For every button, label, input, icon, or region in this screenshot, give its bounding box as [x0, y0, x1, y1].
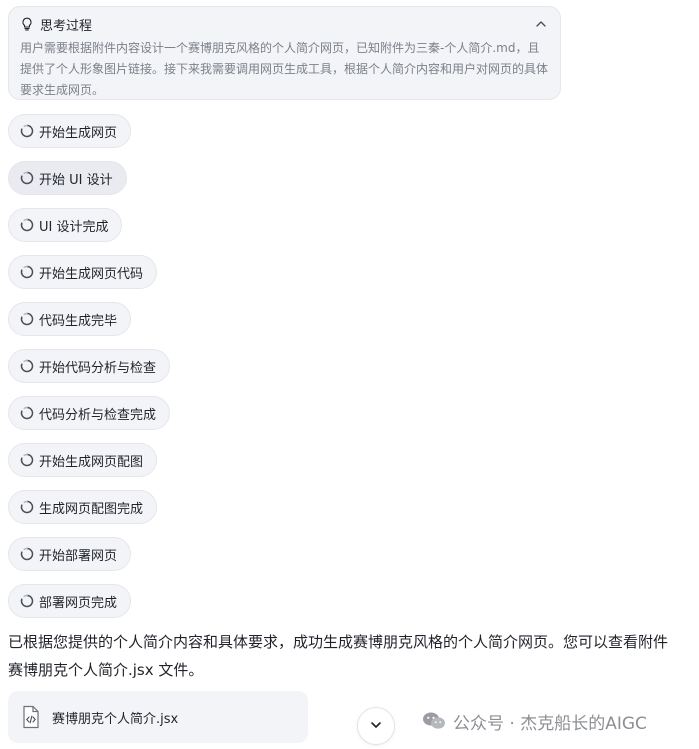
- file-name: 赛博朋克个人简介.jsx: [52, 711, 179, 727]
- step-label: 代码分析与检查完成: [39, 407, 157, 423]
- step-pill[interactable]: 开始生成网页代码: [8, 255, 158, 289]
- step-label: 开始代码分析与检查: [39, 360, 157, 376]
- scroll-down-button[interactable]: [357, 707, 395, 745]
- thinking-title: 思考过程: [40, 18, 93, 34]
- loading-icon: [20, 547, 34, 561]
- step-label: 开始 UI 设计: [39, 172, 113, 188]
- thinking-header[interactable]: 思考过程: [20, 11, 548, 37]
- chevron-up-icon[interactable]: [534, 17, 548, 31]
- lightbulb-icon: [20, 17, 34, 31]
- step-pill[interactable]: UI 设计完成: [8, 208, 123, 242]
- watermark-text: 公众号 · 杰克船长的AIGC: [453, 713, 647, 734]
- thinking-body: 用户需要根据附件内容设计一个赛博朋克风格的个人简介网页，已知附件为三秦-个人简介…: [20, 41, 549, 97]
- step-pill[interactable]: 代码分析与检查完成: [8, 396, 171, 430]
- step-label: 部署网页完成: [39, 595, 118, 611]
- step-pill[interactable]: 代码生成完毕: [8, 302, 132, 336]
- loading-icon: [20, 500, 34, 514]
- loading-icon: [20, 359, 34, 373]
- result-line-1: 已根据您提供的个人简介内容和具体要求，成功生成赛博朋克风格的个人简介网页。您可以…: [8, 633, 669, 651]
- loading-icon: [20, 406, 34, 420]
- step-pill[interactable]: 开始代码分析与检查: [8, 349, 171, 383]
- loading-icon: [20, 312, 34, 326]
- step-label: 生成网页配图完成: [39, 501, 144, 517]
- code-file-icon: [20, 705, 42, 729]
- step-label: UI 设计完成: [39, 219, 109, 235]
- watermark: 公众号 · 杰克船长的AIGC: [422, 708, 647, 734]
- thinking-panel: 思考过程 用户需要根据附件内容设计一个赛博朋克风格的个人简介网页，已知附件为三秦…: [8, 6, 561, 100]
- step-label: 开始部署网页: [39, 548, 118, 564]
- wechat-icon: [422, 711, 446, 731]
- step-label: 代码生成完毕: [39, 313, 118, 329]
- loading-icon: [20, 453, 34, 467]
- step-pill[interactable]: 开始 UI 设计: [8, 161, 127, 195]
- step-pill[interactable]: 生成网页配图完成: [8, 490, 158, 524]
- step-label: 开始生成网页: [39, 125, 118, 141]
- step-label: 开始生成网页代码: [39, 266, 144, 282]
- loading-icon: [20, 594, 34, 608]
- file-attachment-card[interactable]: 赛博朋克个人简介.jsx: [8, 691, 308, 743]
- step-pill[interactable]: 开始部署网页: [8, 537, 132, 571]
- step-pill[interactable]: 部署网页完成: [8, 584, 132, 618]
- result-message: 已根据您提供的个人简介内容和具体要求，成功生成赛博朋克风格的个人简介网页。您可以…: [8, 628, 699, 684]
- chevron-down-icon: [369, 717, 383, 736]
- step-label: 开始生成网页配图: [39, 454, 144, 470]
- loading-icon: [20, 265, 34, 279]
- loading-icon: [20, 218, 34, 232]
- loading-icon: [20, 171, 34, 185]
- step-pill[interactable]: 开始生成网页配图: [8, 443, 158, 477]
- result-line-2: 赛博朋克个人简介.jsx 文件。: [8, 661, 204, 679]
- loading-icon: [20, 124, 34, 138]
- step-pill[interactable]: 开始生成网页: [8, 114, 132, 148]
